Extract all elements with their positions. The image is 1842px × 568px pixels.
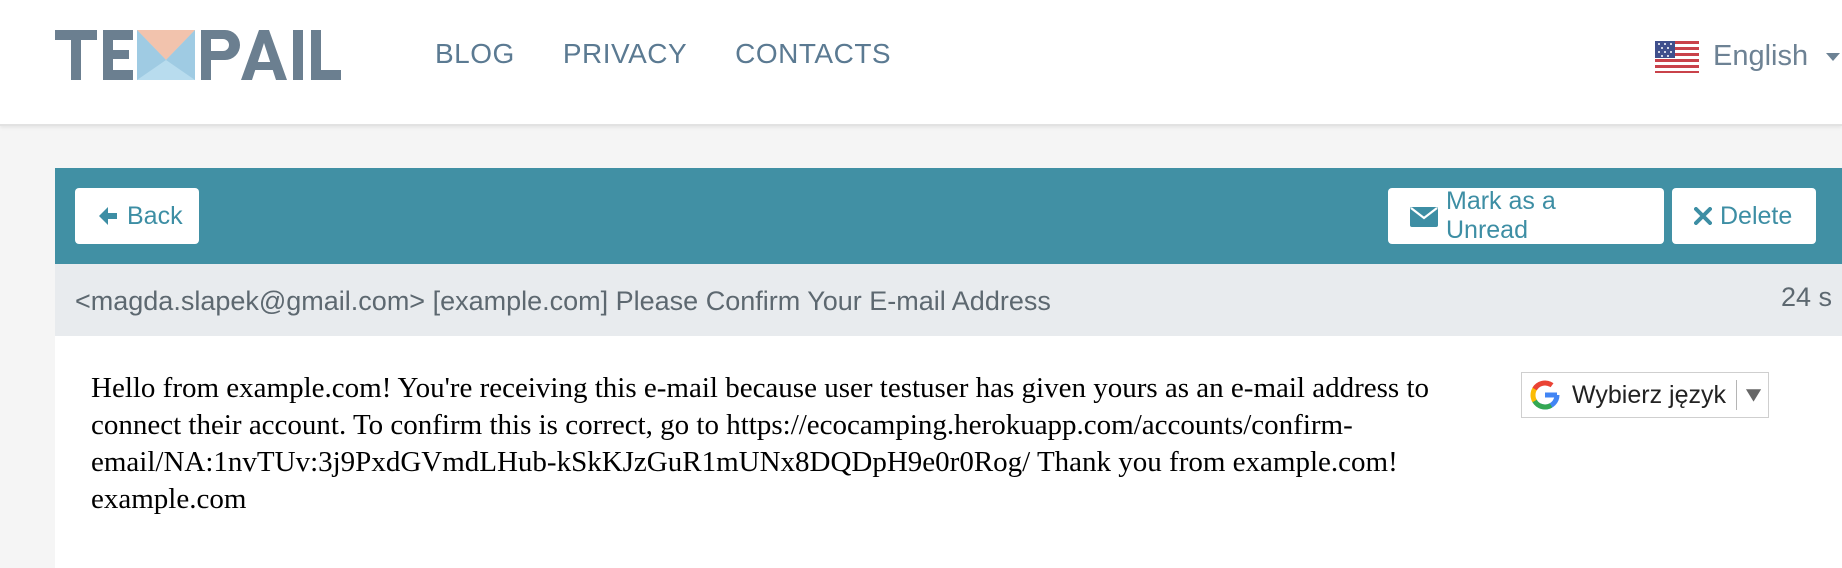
delete-label: Delete bbox=[1720, 201, 1793, 230]
main-nav: BLOG PRIVACY CONTACTS bbox=[435, 38, 891, 70]
google-translate-selector[interactable]: Wybierz język bbox=[1521, 372, 1769, 418]
caret-down-icon bbox=[1826, 52, 1841, 61]
site-header: BLOG PRIVACY CONTACTS English bbox=[0, 0, 1842, 126]
nav-contacts-link[interactable]: CONTACTS bbox=[735, 38, 891, 70]
mark-unread-button[interactable]: Mark as a Unread bbox=[1388, 187, 1664, 244]
close-icon bbox=[1694, 207, 1712, 225]
delete-button[interactable]: Delete bbox=[1672, 188, 1816, 244]
back-button[interactable]: Back bbox=[75, 188, 199, 244]
arrow-left-icon bbox=[99, 207, 117, 225]
translate-label: Wybierz język bbox=[1572, 380, 1726, 409]
us-flag-icon bbox=[1655, 40, 1699, 73]
language-selector[interactable]: English bbox=[1655, 40, 1841, 73]
tempail-logo[interactable] bbox=[55, 26, 355, 84]
email-subject-bar: <magda.slapek@gmail.com> [example.com] P… bbox=[55, 264, 1842, 336]
back-button-label: Back bbox=[127, 201, 183, 230]
email-content: Hello from example.com! You're receiving… bbox=[55, 336, 1842, 568]
nav-blog-link[interactable]: BLOG bbox=[435, 38, 515, 70]
message-toolbar: Back Mark as a Unread Delete bbox=[55, 168, 1842, 264]
triangle-down-icon bbox=[1745, 389, 1762, 402]
email-body: Hello from example.com! You're receiving… bbox=[91, 372, 1430, 515]
envelope-icon bbox=[1410, 207, 1438, 227]
mark-unread-label: Mark as a Unread bbox=[1446, 187, 1556, 244]
google-g-icon bbox=[1530, 380, 1560, 410]
translate-divider bbox=[1735, 380, 1737, 410]
nav-privacy-link[interactable]: PRIVACY bbox=[563, 38, 687, 70]
language-label: English bbox=[1713, 40, 1809, 72]
email-time: 24 s bbox=[1781, 282, 1833, 312]
email-subject: <magda.slapek@gmail.com> [example.com] P… bbox=[75, 286, 1051, 316]
